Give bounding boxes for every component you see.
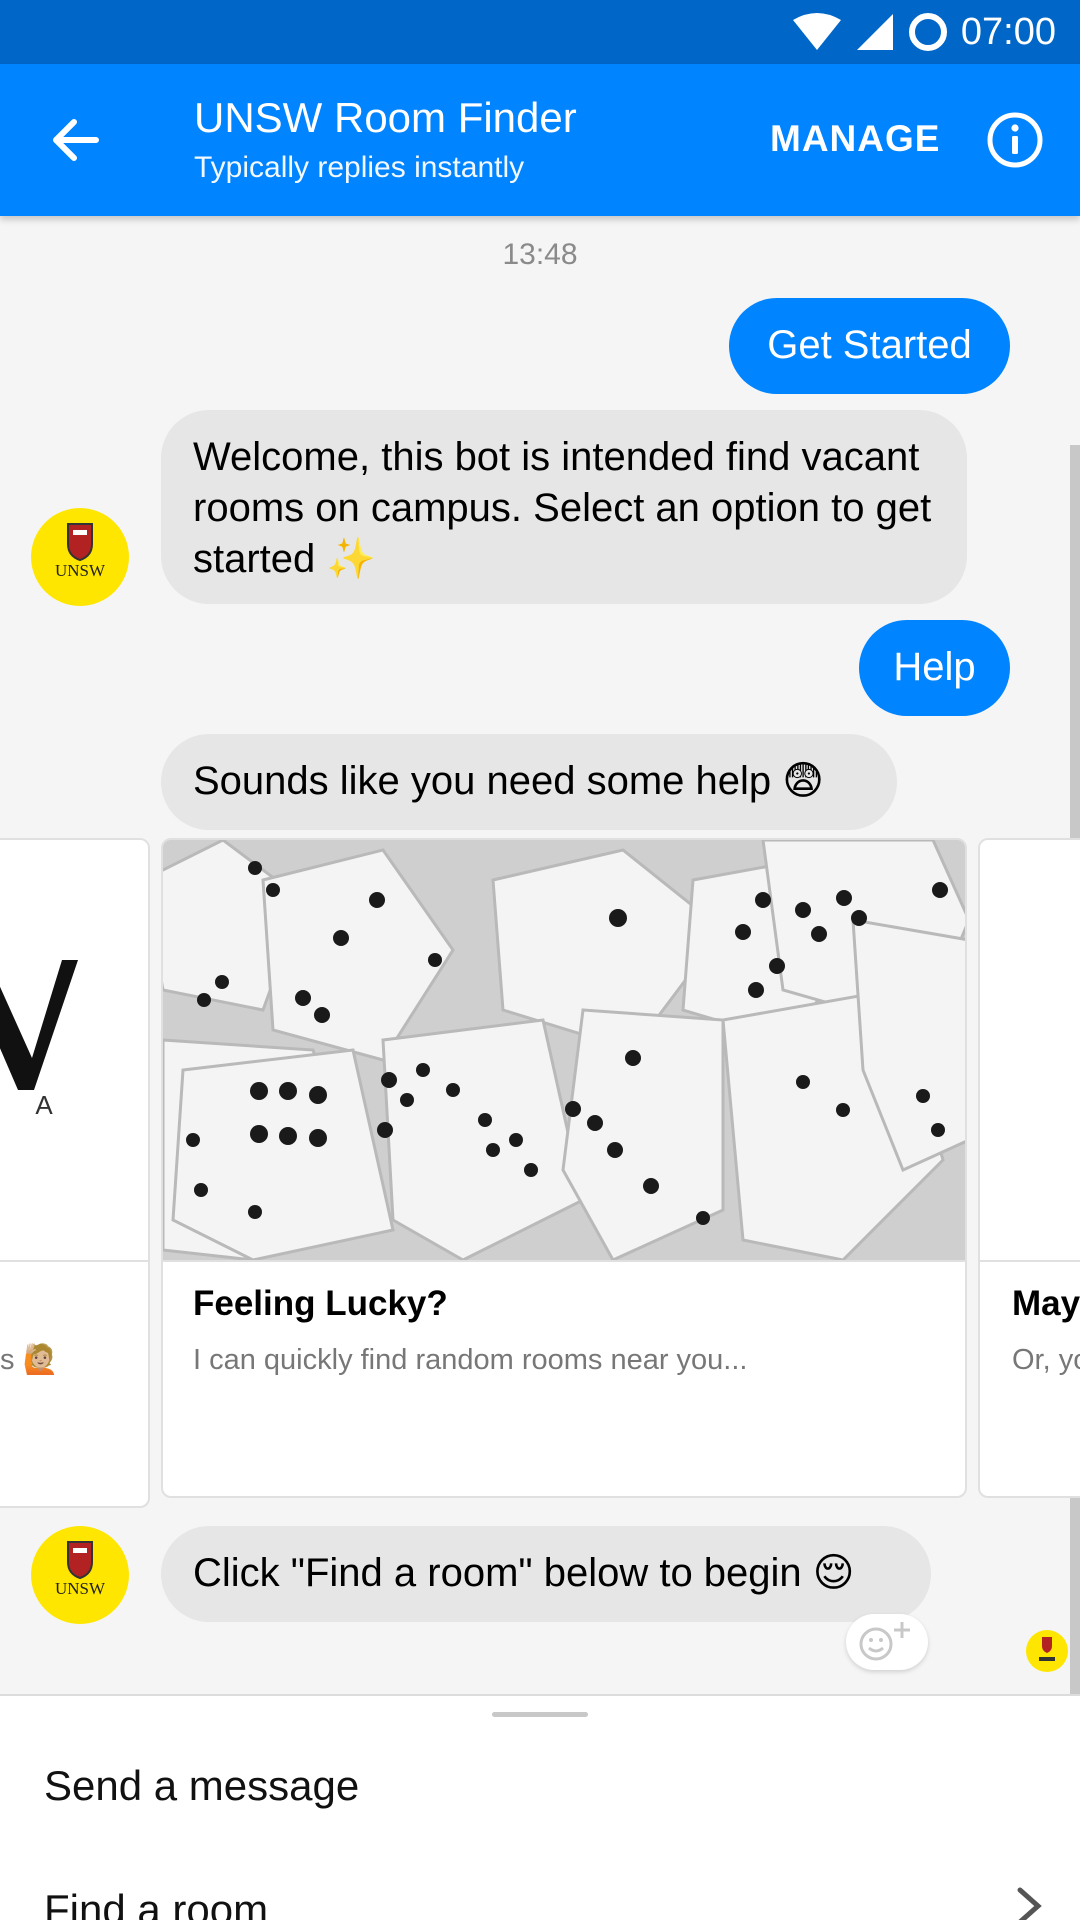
back-button[interactable] <box>40 110 110 170</box>
card-divider <box>980 1260 1080 1262</box>
card-subtitle: I can quickly find random rooms near you… <box>193 1344 748 1376</box>
status-icons: 07:00 <box>791 0 1056 64</box>
info-icon <box>987 112 1043 168</box>
avatar-text: UNSW <box>55 1579 106 1598</box>
avatar-text: UNSW <box>55 561 106 580</box>
carousel-card[interactable]: Feeling Lucky? I can quickly find random… <box>161 838 967 1498</box>
unsw-logo-icon: UNSW <box>55 1541 106 1598</box>
card-subtitle: Or, yo <box>1012 1344 1080 1376</box>
manage-button[interactable]: MANAGE <box>770 118 940 160</box>
chevron-right-icon[interactable] <box>1014 1886 1044 1920</box>
page-title: UNSW Room Finder <box>194 94 577 141</box>
quick-reply-find-a-room[interactable]: Find a room <box>44 1886 268 1920</box>
bot-avatar[interactable]: UNSW <box>31 1526 129 1624</box>
read-receipt-avatar <box>1026 1630 1068 1672</box>
dice-image <box>163 840 965 1260</box>
message-bubble-outgoing[interactable]: Get Started <box>729 298 1010 394</box>
emoji-add-icon <box>859 1622 910 1661</box>
back-arrow-icon <box>53 119 99 161</box>
card-image: A <box>0 840 148 1260</box>
drag-handle[interactable] <box>492 1712 588 1717</box>
status-time: 07:00 <box>960 10 1056 53</box>
wifi-icon <box>792 13 841 50</box>
conversation-title-block[interactable]: UNSW Room Finder Typically replies insta… <box>194 92 577 188</box>
card-subtitle: s 🙋🏼 <box>0 1344 59 1376</box>
timestamp: 13:48 <box>502 238 578 271</box>
unsw-logo-small-icon <box>1039 1637 1055 1661</box>
carousel-card[interactable]: A s 🙋🏼 <box>0 838 150 1508</box>
message-bubble-outgoing[interactable]: Help <box>859 620 1010 716</box>
status-bar: 07:00 <box>0 0 1080 64</box>
chat-thread[interactable]: 13:48 Get Started Welcome, this bot is i… <box>0 216 1080 1694</box>
card-divider <box>163 1260 965 1262</box>
page-subtitle: Typically replies instantly <box>194 151 525 184</box>
battery-ring-icon <box>908 13 947 51</box>
app-bar: UNSW Room Finder Typically replies insta… <box>0 64 1080 216</box>
message-bubble-incoming[interactable]: Click "Find a room" below to begin 😌 <box>161 1526 931 1622</box>
cell-signal-icon <box>856 14 893 50</box>
card-title: May <box>1012 1284 1080 1323</box>
svg-text:A: A <box>35 1090 53 1120</box>
message-bubble-incoming[interactable]: Sounds like you need some help 😨 <box>161 734 897 830</box>
info-button[interactable] <box>985 110 1045 170</box>
unsw-logo-icon: UNSW <box>55 523 106 580</box>
card-image <box>980 840 1080 1260</box>
message-input[interactable]: Send a message <box>44 1762 359 1810</box>
bot-avatar[interactable]: UNSW <box>31 508 129 606</box>
card-image <box>163 840 965 1260</box>
card-divider <box>0 1260 148 1262</box>
add-reaction-button[interactable] <box>846 1614 928 1670</box>
carousel-card[interactable]: May Or, yo <box>978 838 1080 1498</box>
card-title: Feeling Lucky? <box>193 1284 448 1323</box>
logo-fragment-icon: A <box>0 960 78 1120</box>
message-bubble-incoming[interactable]: Welcome, this bot is intended find vacan… <box>161 410 967 604</box>
composer-panel: Send a message Find a room <box>0 1694 1080 1920</box>
